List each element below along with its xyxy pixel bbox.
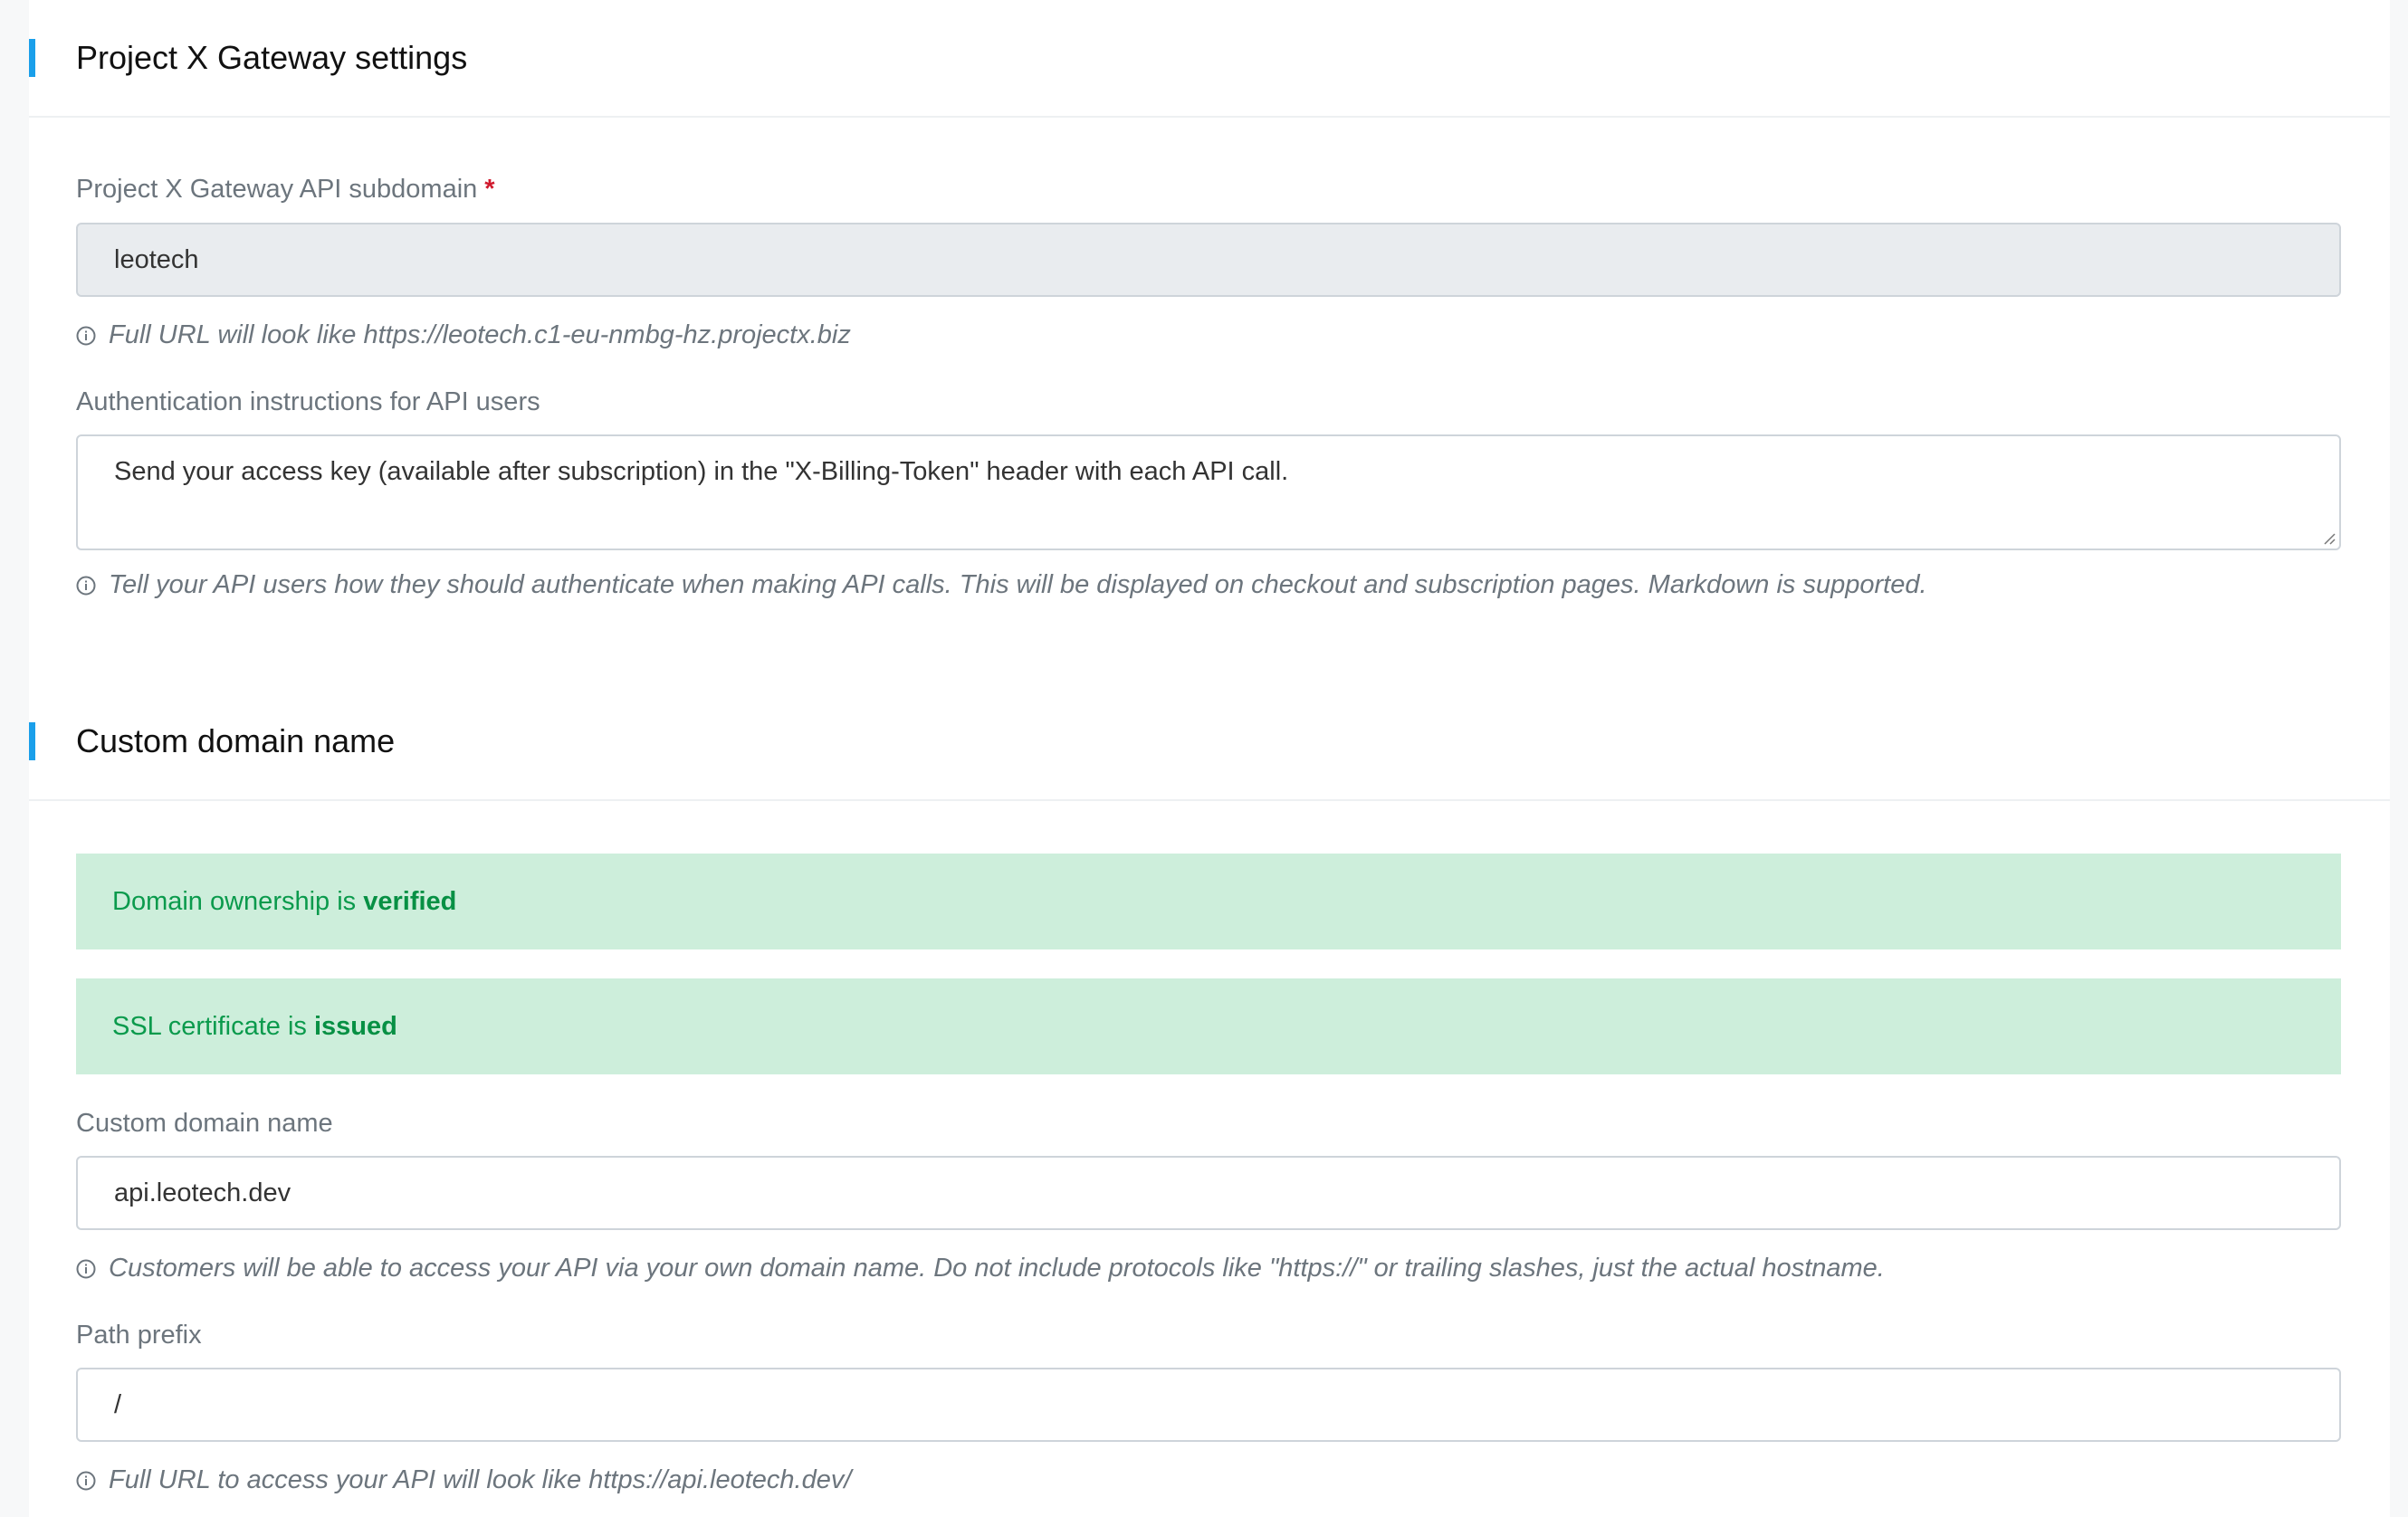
alert-text: Domain ownership is bbox=[112, 887, 364, 916]
gateway-settings-header: Project X Gateway settings bbox=[29, 0, 2390, 118]
auth-help-text: Tell your API users how they should auth… bbox=[109, 570, 1927, 599]
subdomain-help-text: Full URL will look like https://leotech.… bbox=[109, 320, 851, 349]
required-marker: * bbox=[484, 175, 495, 204]
path-prefix-help: Full URL to access your API will look li… bbox=[76, 1463, 851, 1497]
settings-panel: Project X Gateway settings Project X Gat… bbox=[29, 0, 2390, 1517]
auth-label: Authentication instructions for API user… bbox=[76, 387, 540, 416]
section-title: Custom domain name bbox=[76, 722, 396, 759]
path-prefix-input[interactable]: / bbox=[76, 1368, 2341, 1442]
resize-grip-icon[interactable] bbox=[2321, 530, 2336, 545]
section-accent-bar bbox=[29, 39, 35, 77]
domain-ownership-alert: Domain ownership is verified bbox=[76, 854, 2341, 949]
alert-status: issued bbox=[313, 1012, 397, 1041]
subdomain-input[interactable]: leotech bbox=[76, 223, 2341, 297]
subdomain-label-text: Project X Gateway API subdomain bbox=[76, 175, 478, 204]
ssl-certificate-alert: SSL certificate is issued bbox=[76, 978, 2341, 1074]
auth-instructions-text: Send your access key (available after su… bbox=[114, 457, 1289, 486]
custom-domain-label: Custom domain name bbox=[76, 1109, 333, 1138]
section-accent-bar bbox=[29, 722, 35, 760]
subdomain-help: Full URL will look like https://leotech.… bbox=[76, 318, 851, 352]
path-prefix-label: Path prefix bbox=[76, 1321, 202, 1350]
custom-domain-header: Custom domain name bbox=[29, 683, 2390, 801]
custom-domain-help: Customers will be able to access your AP… bbox=[76, 1251, 1885, 1285]
auth-help: Tell your API users how they should auth… bbox=[76, 568, 1927, 602]
info-circle-icon bbox=[76, 576, 96, 596]
subdomain-label: Project X Gateway API subdomain * bbox=[76, 172, 495, 206]
info-circle-icon bbox=[76, 326, 96, 346]
path-prefix-help-text: Full URL to access your API will look li… bbox=[109, 1465, 852, 1494]
alert-status: verified bbox=[363, 887, 457, 916]
custom-domain-help-text: Customers will be able to access your AP… bbox=[109, 1254, 1885, 1283]
auth-instructions-textarea[interactable]: Send your access key (available after su… bbox=[76, 434, 2341, 550]
custom-domain-input[interactable]: api.leotech.dev bbox=[76, 1156, 2341, 1230]
section-title: Project X Gateway settings bbox=[76, 39, 468, 76]
info-circle-icon bbox=[76, 1259, 96, 1279]
info-circle-icon bbox=[76, 1471, 96, 1491]
alert-text: SSL certificate is bbox=[112, 1012, 314, 1041]
